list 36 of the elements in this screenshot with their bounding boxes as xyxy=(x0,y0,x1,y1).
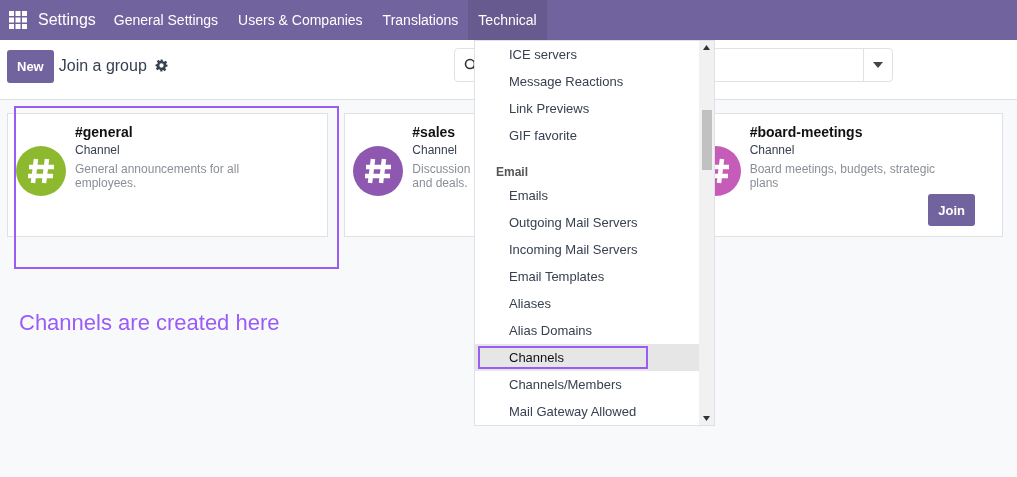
caret-icon xyxy=(873,62,883,68)
scroll-thumb[interactable] xyxy=(701,110,712,170)
menu-item[interactable]: Message Reactions xyxy=(475,68,699,95)
channel-description: Discussion and deals. xyxy=(412,162,471,190)
new-button[interactable]: New xyxy=(7,49,54,83)
menu-tab[interactable]: General Settings xyxy=(103,0,229,40)
scrollbar[interactable] xyxy=(699,41,714,425)
menu-item[interactable]: Mail Gateway Allowed xyxy=(475,398,699,425)
menu-item[interactable]: Alias Domains xyxy=(475,317,699,344)
channel-card[interactable]: #general Channel General announcements for all employees. xyxy=(7,113,329,237)
menu-section-header: Email xyxy=(495,165,528,181)
menu-item[interactable]: Incoming Mail Servers xyxy=(475,236,699,263)
menu-item[interactable]: Aliases xyxy=(475,290,699,317)
app-grid-icon[interactable] xyxy=(9,11,27,29)
menu-item[interactable]: Channels xyxy=(475,344,699,371)
scroll-down-icon[interactable] xyxy=(703,416,710,421)
channel-type: Channel xyxy=(75,143,120,157)
breadcrumb-title: Join a group xyxy=(58,57,147,75)
menu-item[interactable]: ICE servers xyxy=(475,41,699,68)
channel-description: General announcements for all employees. xyxy=(75,162,241,190)
settings-icon[interactable] xyxy=(154,58,168,72)
join-button[interactable]: Join xyxy=(928,194,975,226)
menu-item[interactable]: Channels/Members xyxy=(475,371,699,398)
app-title[interactable]: Settings xyxy=(38,11,96,29)
scroll-up-icon[interactable] xyxy=(703,45,710,50)
channel-title: #sales xyxy=(412,124,456,140)
menu-item[interactable]: Email Templates xyxy=(475,263,699,290)
menu-tab[interactable]: Translations xyxy=(372,0,469,40)
channel-title: #board-meetings xyxy=(749,124,863,140)
menu-tab[interactable]: Technical xyxy=(468,0,547,40)
channel-title: #general xyxy=(75,124,133,140)
channel-type: Channel xyxy=(412,143,458,157)
annotation-text: Channels are created here xyxy=(19,310,280,336)
menu-tab[interactable]: Users & Companies xyxy=(228,0,373,40)
channel-type: Channel xyxy=(749,143,795,157)
channel-description: Board meetings, budgets, strategic plans xyxy=(749,162,937,190)
